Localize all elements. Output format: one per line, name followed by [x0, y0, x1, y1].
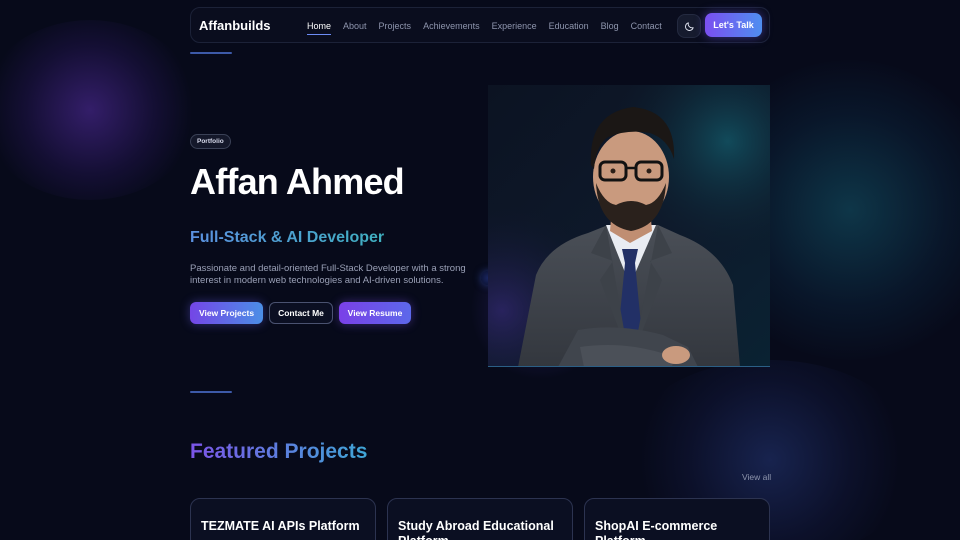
nav-link-achievements[interactable]: Achievements: [423, 21, 480, 31]
project-card-title: Study Abroad Educational Platform: [398, 519, 554, 540]
featured-projects-title: Featured Projects: [190, 440, 368, 463]
nav-link-education[interactable]: Education: [549, 21, 589, 31]
nav-link-about[interactable]: About: [343, 21, 367, 31]
hero-name: Affan Ahmed: [190, 161, 405, 202]
nav-link-contact[interactable]: Contact: [631, 21, 662, 31]
view-all-link[interactable]: View all: [742, 472, 771, 482]
lets-talk-button[interactable]: Let's Talk: [705, 13, 762, 37]
view-resume-button[interactable]: View Resume: [339, 302, 411, 324]
nav-link-home[interactable]: Home: [307, 21, 332, 35]
contact-me-button[interactable]: Contact Me: [269, 302, 333, 324]
nav-links: Home About Projects Achievements Experie…: [307, 8, 674, 44]
hero-description: Passionate and detail-oriented Full-Stac…: [190, 263, 466, 286]
portfolio-badge: Portfolio: [190, 134, 231, 149]
background-glow-purple: [0, 20, 200, 200]
view-projects-button[interactable]: View Projects: [190, 302, 263, 324]
hero-role: Full-Stack & AI Developer: [190, 229, 385, 246]
nav-link-projects[interactable]: Projects: [379, 21, 412, 31]
nav-link-blog[interactable]: Blog: [601, 21, 619, 31]
project-card-title: ShopAI E-commerce Platform: [595, 519, 718, 540]
profile-photo: [488, 85, 770, 367]
section-divider: [190, 391, 232, 393]
nav-link-experience[interactable]: Experience: [492, 21, 537, 31]
theme-toggle-button[interactable]: [677, 14, 701, 38]
section-divider: [190, 52, 232, 54]
moon-icon: [684, 21, 694, 31]
project-card[interactable]: TEZMATE AI APIs Platform: [190, 498, 376, 540]
project-card-title: TEZMATE AI APIs Platform: [201, 519, 360, 533]
navbar: Affanbuilds Home About Projects Achievem…: [190, 7, 770, 43]
project-card[interactable]: ShopAI E-commerce Platform: [584, 498, 770, 540]
project-card[interactable]: Study Abroad Educational Platform: [387, 498, 573, 540]
brand-logo[interactable]: Affanbuilds: [199, 18, 271, 33]
